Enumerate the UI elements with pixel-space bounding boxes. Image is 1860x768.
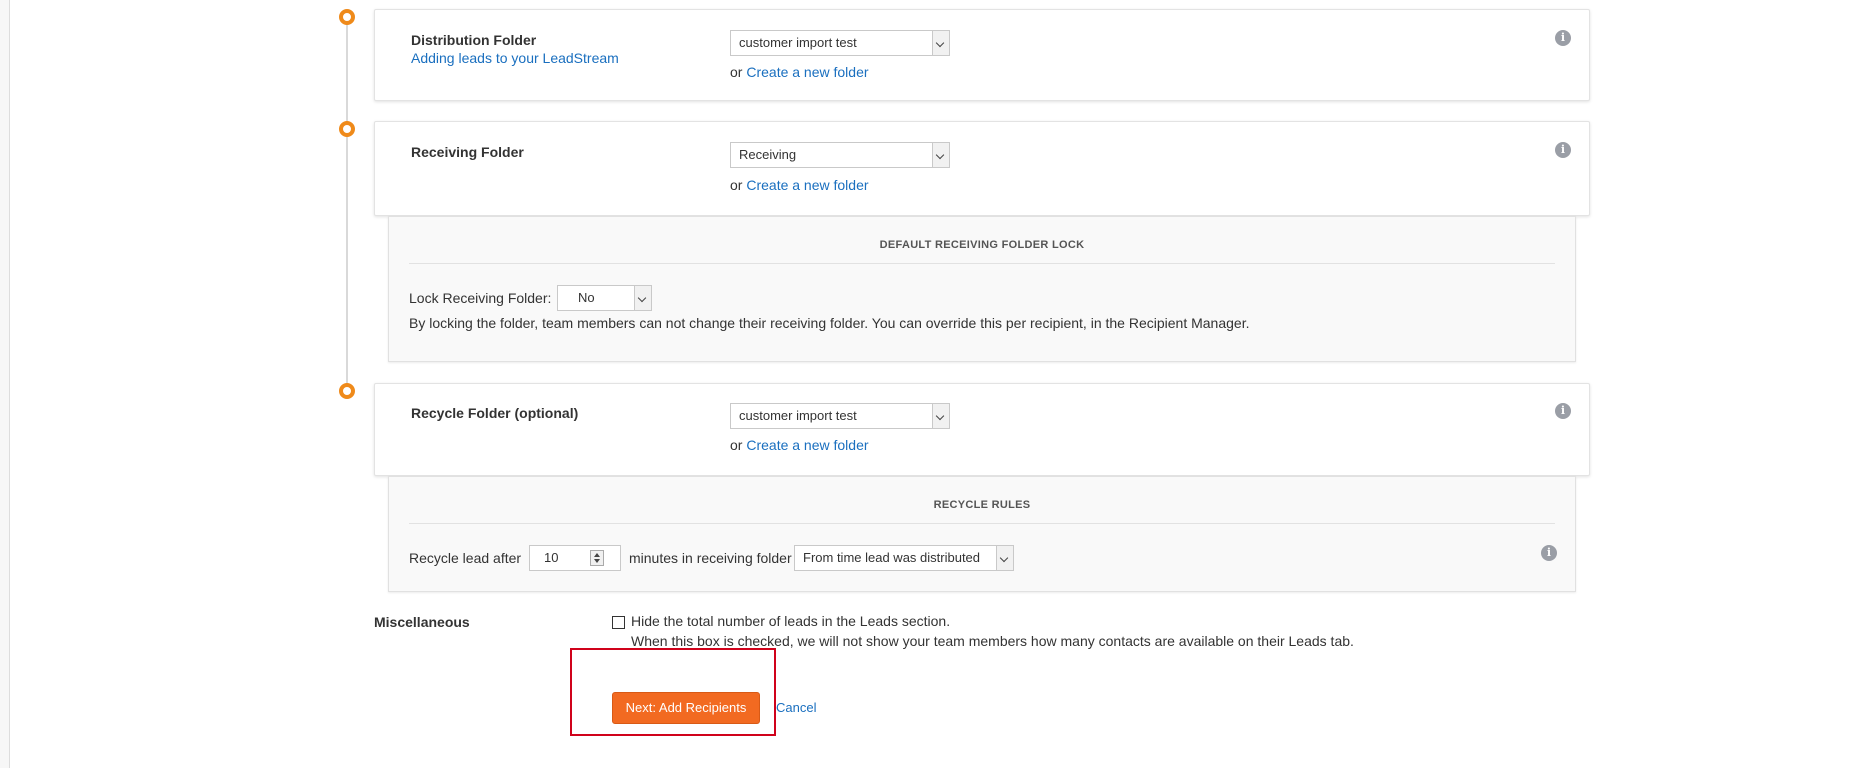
hide-leads-label: Hide the total number of leads in the Le…: [631, 613, 951, 629]
divider: [409, 523, 1555, 524]
leadstream-help-link[interactable]: Adding leads to your LeadStream: [411, 50, 619, 66]
recycle-folder-value: customer import test: [739, 408, 857, 423]
lock-receiving-value: No: [578, 290, 595, 305]
lock-receiving-label: Lock Receiving Folder:: [409, 290, 552, 306]
recycle-minutes-value: 10: [544, 550, 559, 565]
info-icon[interactable]: i: [1555, 403, 1571, 419]
step-marker-recycle: [339, 383, 355, 399]
step-marker-receiving: [339, 121, 355, 137]
recycle-folder-card: Recycle Folder (optional) customer impor…: [374, 383, 1590, 476]
distribution-folder-select[interactable]: customer import test: [730, 30, 950, 56]
create-folder-link[interactable]: Create a new folder: [746, 437, 868, 453]
chevron-down-icon: [932, 31, 949, 55]
recycle-basis-value: From time lead was distributed: [803, 550, 981, 565]
recycle-basis-select[interactable]: From time lead was distributed: [794, 545, 1014, 571]
or-text: or: [730, 177, 743, 193]
create-folder-link[interactable]: Create a new folder: [746, 64, 868, 80]
recycle-folder-title: Recycle Folder (optional): [411, 405, 579, 421]
recycle-folder-select[interactable]: customer import test: [730, 403, 950, 429]
or-text: or: [730, 64, 743, 80]
divider: [409, 263, 1555, 264]
receiving-lock-panel: DEFAULT RECEIVING FOLDER LOCK Lock Recei…: [388, 216, 1576, 362]
step-marker-distribution: [339, 9, 355, 25]
chevron-down-icon: [932, 143, 949, 167]
receiving-folder-card: Receiving Folder Receiving or Create a n…: [374, 121, 1590, 216]
next-add-recipients-button[interactable]: Next: Add Recipients: [612, 692, 760, 724]
hide-leads-checkbox[interactable]: [612, 616, 625, 629]
miscellaneous-label: Miscellaneous: [374, 614, 470, 630]
cancel-link[interactable]: Cancel: [776, 700, 816, 715]
or-text: or: [730, 437, 743, 453]
receiving-folder-title: Receiving Folder: [411, 144, 524, 160]
recycle-prefix-label: Recycle lead after: [409, 550, 522, 566]
hide-leads-description: When this box is checked, we will not sh…: [631, 633, 1354, 649]
receiving-folder-select[interactable]: Receiving: [730, 142, 950, 168]
recycle-rules-heading: RECYCLE RULES: [933, 499, 1031, 511]
chevron-down-icon: [634, 286, 651, 310]
step-timeline: [346, 20, 348, 386]
distribution-folder-card: Distribution Folder Adding leads to your…: [374, 9, 1590, 101]
distribution-folder-value: customer import test: [739, 35, 857, 50]
receiving-create-row: or Create a new folder: [730, 177, 869, 193]
spinner-arrows-icon[interactable]: [590, 550, 604, 566]
page-left-border: [0, 0, 10, 768]
info-icon[interactable]: i: [1555, 142, 1571, 158]
recycle-minutes-label: minutes in receiving folder: [629, 550, 792, 566]
info-icon[interactable]: i: [1555, 30, 1571, 46]
recycle-minutes-input[interactable]: 10: [529, 545, 621, 571]
recycle-create-row: or Create a new folder: [730, 437, 869, 453]
receiving-folder-value: Receiving: [739, 147, 797, 162]
info-icon[interactable]: i: [1541, 545, 1557, 561]
receiving-lock-heading: DEFAULT RECEIVING FOLDER LOCK: [879, 239, 1085, 251]
lock-receiving-select[interactable]: No: [557, 285, 652, 311]
distribution-create-row: or Create a new folder: [730, 64, 869, 80]
distribution-folder-title: Distribution Folder: [411, 32, 537, 48]
chevron-down-icon: [996, 546, 1013, 570]
chevron-down-icon: [932, 404, 949, 428]
lock-description: By locking the folder, team members can …: [409, 315, 1250, 331]
recycle-rules-panel: RECYCLE RULES Recycle lead after 10 minu…: [388, 476, 1576, 592]
create-folder-link[interactable]: Create a new folder: [746, 177, 868, 193]
